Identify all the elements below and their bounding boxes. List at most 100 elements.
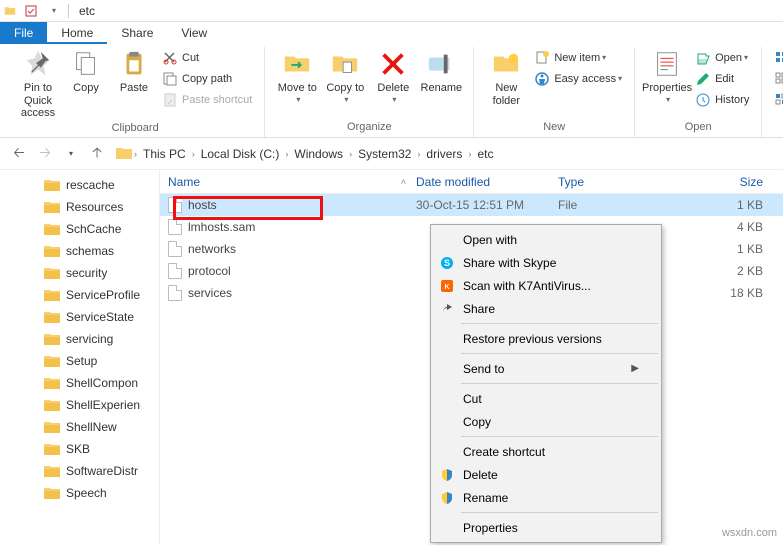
folder-icon (44, 399, 60, 412)
column-headers[interactable]: Name˄ Date modified Type Size (160, 170, 783, 194)
table-row[interactable]: hosts30-Oct-15 12:51 PMFile1 KB (160, 194, 783, 216)
watermark: wsxdn.com (722, 527, 777, 539)
folder-icon (44, 179, 60, 192)
tree-item[interactable]: SchCache (0, 218, 159, 240)
new-item-button[interactable]: New item▾ (530, 47, 626, 68)
file-date: 30-Oct-15 12:51 PM (416, 198, 558, 212)
file-name: lmhosts.sam (188, 220, 255, 234)
nav-forward-button[interactable]: 🡢 (34, 143, 56, 165)
group-select: Select Select Invert (762, 47, 783, 137)
share-icon (439, 301, 455, 317)
ctx-open-with[interactable]: Open with (433, 228, 659, 251)
crumb-system32[interactable]: System32 (354, 147, 415, 161)
copy-to-icon (330, 49, 360, 79)
ctx-scan-k7[interactable]: KScan with K7AntiVirus... (433, 274, 659, 297)
tree-item[interactable]: ShellNew (0, 416, 159, 438)
col-type[interactable]: Type (558, 175, 674, 189)
crumb-local-disk[interactable]: Local Disk (C:) (197, 147, 284, 161)
nav-up-button[interactable]: 🡡 (86, 143, 108, 165)
ctx-properties[interactable]: Properties (433, 516, 659, 539)
file-size: 4 KB (674, 220, 783, 234)
ctx-sep (461, 383, 658, 384)
ctx-sep (461, 512, 658, 513)
invert-selection-button[interactable]: Invert (770, 89, 783, 110)
tab-share[interactable]: Share (107, 22, 167, 44)
delete-button[interactable]: Delete▾ (369, 47, 417, 106)
tab-home[interactable]: Home (47, 22, 107, 44)
col-date[interactable]: Date modified (416, 175, 558, 189)
breadcrumb[interactable]: › This PC› Local Disk (C:)› Windows› Sys… (112, 142, 775, 166)
move-to-button[interactable]: Move to▾ (273, 47, 321, 106)
ctx-rename[interactable]: Rename (433, 486, 659, 509)
crumb-this-pc[interactable]: This PC (139, 147, 190, 161)
ctx-cut[interactable]: Cut (433, 387, 659, 410)
tree-item[interactable]: ServiceState (0, 306, 159, 328)
nav-back-button[interactable]: 🡠 (8, 143, 30, 165)
copy-path-button[interactable]: Copy path (158, 68, 256, 89)
pin-icon (23, 49, 53, 79)
tree-item[interactable]: security (0, 262, 159, 284)
crumb-windows[interactable]: Windows (290, 147, 347, 161)
qat-dropdown-icon[interactable]: ▾ (44, 2, 62, 20)
easy-access-icon (534, 71, 550, 87)
nav-tree[interactable]: rescacheResourcesSchCacheschemassecurity… (0, 170, 160, 545)
file-name: protocol (188, 264, 231, 278)
tree-item[interactable]: ShellExperien (0, 394, 159, 416)
invert-icon (774, 92, 783, 108)
file-name: services (188, 286, 232, 300)
tree-item[interactable]: Resources (0, 196, 159, 218)
ctx-copy[interactable]: Copy (433, 410, 659, 433)
edit-button[interactable]: Edit (691, 68, 753, 89)
crumb-etc[interactable]: etc (473, 147, 497, 161)
tree-item[interactable]: SKB (0, 438, 159, 460)
open-button[interactable]: Open▾ (691, 47, 753, 68)
tree-item[interactable]: ServiceProfile (0, 284, 159, 306)
select-all-button[interactable]: Select (770, 47, 783, 68)
tree-item[interactable]: SoftwareDistr (0, 460, 159, 482)
ctx-delete[interactable]: Delete (433, 463, 659, 486)
file-size: 2 KB (674, 264, 783, 278)
tree-item[interactable]: ShellCompon (0, 372, 159, 394)
move-to-icon (282, 49, 312, 79)
tree-item[interactable]: Setup (0, 350, 159, 372)
file-icon (168, 219, 182, 235)
crumb-drivers[interactable]: drivers (422, 147, 466, 161)
ctx-share-skype[interactable]: SShare with Skype (433, 251, 659, 274)
tab-view[interactable]: View (167, 22, 221, 44)
file-icon (168, 197, 182, 213)
tree-item[interactable]: schemas (0, 240, 159, 262)
tree-item[interactable]: Speech (0, 482, 159, 504)
folder-icon (44, 487, 60, 500)
ctx-create-shortcut[interactable]: Create shortcut (433, 440, 659, 463)
ribbon-tabs: File Home Share View (0, 22, 783, 44)
ctx-share[interactable]: Share (433, 297, 659, 320)
new-folder-button[interactable]: New folder (482, 47, 530, 109)
copy-button[interactable]: Copy (62, 47, 110, 97)
easy-access-button[interactable]: Easy access▾ (530, 68, 626, 89)
col-size[interactable]: Size (674, 175, 783, 189)
folder-icon (44, 201, 60, 214)
file-icon (168, 263, 182, 279)
nav-recent-button[interactable]: ▾ (60, 143, 82, 165)
pin-button[interactable]: Pin to Quick access (14, 47, 62, 122)
folder-icon (116, 147, 132, 160)
tree-item[interactable]: servicing (0, 328, 159, 350)
tree-item[interactable]: rescache (0, 174, 159, 196)
select-none-icon (774, 71, 783, 87)
ribbon: Pin to Quick access Copy Paste Cut Copy … (0, 44, 783, 138)
paste-button[interactable]: Paste (110, 47, 158, 97)
paste-shortcut-button[interactable]: Paste shortcut (158, 89, 256, 110)
history-button[interactable]: History (691, 89, 753, 110)
qat-divider (68, 4, 69, 18)
rename-button[interactable]: Rename (417, 47, 465, 97)
properties-button[interactable]: Properties▾ (643, 47, 691, 106)
qat-save-icon[interactable] (22, 2, 40, 20)
ctx-send-to[interactable]: Send to▶ (433, 357, 659, 380)
ctx-restore[interactable]: Restore previous versions (433, 327, 659, 350)
delete-icon (378, 49, 408, 79)
select-none-button[interactable]: Select (770, 68, 783, 89)
tab-file[interactable]: File (0, 22, 47, 44)
cut-button[interactable]: Cut (158, 47, 256, 68)
copy-to-button[interactable]: Copy to▾ (321, 47, 369, 106)
skype-icon: S (439, 255, 455, 271)
